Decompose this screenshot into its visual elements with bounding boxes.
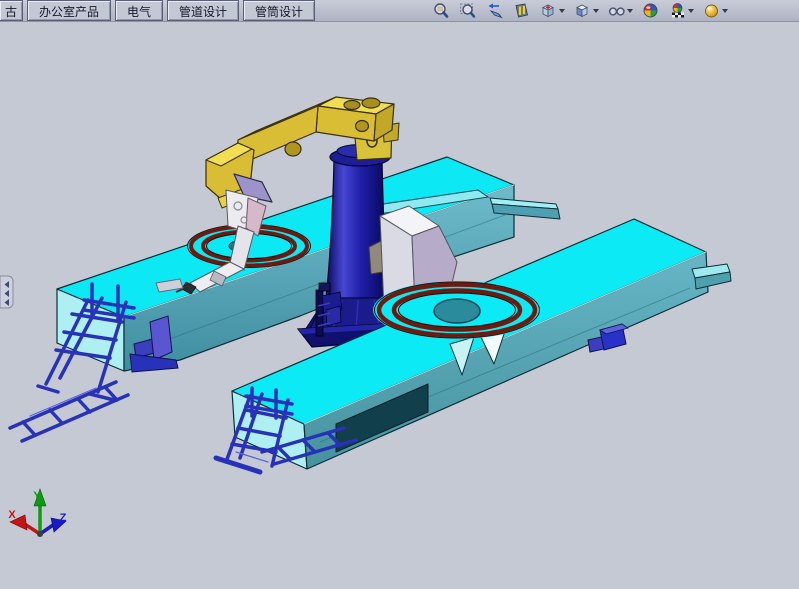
feature-panel-collapsed-tab[interactable] [0,276,13,308]
command-tab-electrical[interactable]: 电气 [115,0,163,21]
zoom-to-area-icon [459,2,477,20]
edit-appearance-icon [642,2,660,20]
previous-view-button[interactable] [485,1,505,21]
beam-right-ring[interactable] [373,281,541,339]
edit-appearance-button[interactable] [641,1,661,21]
apply-scene-icon [669,2,687,20]
section-view-button[interactable] [512,1,532,21]
apply-scene-button[interactable] [668,1,695,21]
solidworks-window: { "command_bar": { "partial_tab_label": … [0,0,799,589]
hide-show-items-icon [608,2,626,20]
zoom-to-fit-icon [432,2,450,20]
model-viewport[interactable]: Y X Z [0,0,799,589]
triad-z-label: Z [60,512,67,524]
display-style-icon [574,2,592,20]
view-orientation-dropdown[interactable] [559,9,565,13]
command-tab-tubing[interactable]: 管筒设计 [243,0,315,21]
heads-up-view-toolbar [431,1,729,21]
command-bar: 古 办公室产品 电气 管道设计 管筒设计 [0,0,799,22]
previous-view-icon [486,2,504,20]
view-orientation-icon [540,2,558,20]
view-orientation-button[interactable] [539,1,566,21]
view-settings-icon [703,2,721,20]
display-style-dropdown[interactable] [593,9,599,13]
display-style-button[interactable] [573,1,600,21]
zoom-to-area-button[interactable] [458,1,478,21]
view-settings-button[interactable] [702,1,729,21]
zoom-to-fit-button[interactable] [431,1,451,21]
triad-y-label: Y [33,490,41,502]
triad-x-label: X [8,509,16,521]
apply-scene-dropdown[interactable] [688,9,694,13]
command-manager-tabs: 古 办公室产品 电气 管道设计 管筒设计 [0,0,319,22]
hide-show-items-dropdown[interactable] [627,9,633,13]
command-tab-office-products[interactable]: 办公室产品 [27,0,111,21]
section-view-icon [513,2,531,20]
hide-show-items-button[interactable] [607,1,634,21]
view-settings-dropdown[interactable] [722,9,728,13]
command-tab-partial[interactable]: 古 [0,0,23,21]
command-tab-piping[interactable]: 管道设计 [167,0,239,21]
